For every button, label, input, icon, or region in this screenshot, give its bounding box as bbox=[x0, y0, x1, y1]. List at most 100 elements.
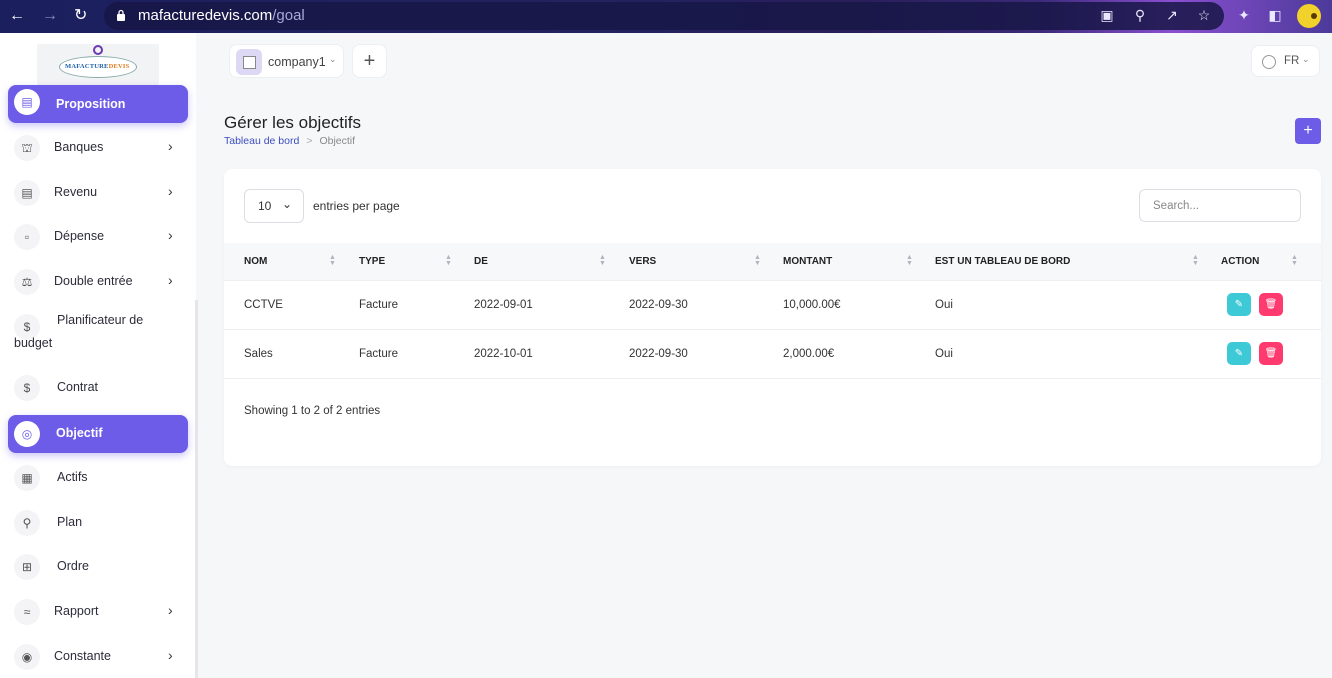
cell-vers: 2022-09-30 bbox=[629, 348, 688, 360]
chevron-right-icon: › bbox=[168, 183, 173, 199]
sidebar-item-double-entree[interactable]: ⚖ Double entrée › bbox=[8, 263, 188, 301]
sidebar-item-constante[interactable]: ◉ Constante › bbox=[8, 638, 188, 676]
sidebar-item-contrat[interactable]: $ Contrat bbox=[8, 369, 188, 407]
sidebar-item-label: Proposition bbox=[56, 97, 126, 111]
zoom-icon[interactable]: ⚲ bbox=[1131, 6, 1149, 24]
chart-line-icon: ≈ bbox=[14, 599, 40, 625]
edit-button[interactable]: ✎ bbox=[1227, 342, 1251, 365]
chevron-right-icon: › bbox=[168, 227, 173, 243]
sidebar-item-plan[interactable]: ⚲ Plan bbox=[8, 504, 188, 542]
add-goal-button[interactable]: + bbox=[1295, 118, 1321, 144]
company-logo-icon bbox=[236, 49, 262, 75]
scale-icon: ⚖ bbox=[14, 269, 40, 295]
bank-icon: ⛫ bbox=[14, 135, 40, 161]
chevron-down-icon: ⌄ bbox=[1302, 54, 1310, 64]
reload-icon[interactable]: ↻ bbox=[74, 7, 87, 25]
target-icon: ◎ bbox=[14, 421, 40, 447]
cell-vers: 2022-09-30 bbox=[629, 299, 688, 311]
cell-nom: Sales bbox=[244, 348, 273, 360]
sidebar-item-objectif[interactable]: ◎ Objectif bbox=[8, 415, 188, 453]
sidebar-item-label: Rapport bbox=[54, 604, 99, 618]
share-icon[interactable]: ↗ bbox=[1163, 6, 1181, 24]
sidebar-item-label: Revenu bbox=[54, 185, 98, 199]
back-icon[interactable]: ← bbox=[9, 7, 25, 25]
extensions-icon[interactable]: ✦ bbox=[1235, 6, 1253, 24]
table-row: CCTVE Facture 2022-09-01 2022-09-30 10,0… bbox=[224, 281, 1321, 330]
sidebar-item-revenu[interactable]: ▤ Revenu › bbox=[8, 174, 188, 212]
sidebar-item-proposition[interactable]: ▤ Proposition bbox=[8, 85, 188, 123]
search-input[interactable] bbox=[1139, 189, 1301, 222]
cell-de: 2022-09-01 bbox=[474, 299, 533, 311]
entries-per-page-select[interactable]: 10 ⌄ bbox=[244, 189, 304, 223]
sidebar-item-label: Planificateur de bbox=[57, 313, 144, 327]
clipboard-icon: ▫ bbox=[14, 224, 40, 250]
column-header-de[interactable]: DE bbox=[474, 256, 488, 267]
chevron-right-icon: › bbox=[168, 602, 173, 618]
add-company-button[interactable]: + bbox=[352, 44, 387, 78]
sidebar-item-label: Double entrée bbox=[54, 274, 133, 288]
sort-icon[interactable]: ▲ ▼ bbox=[906, 254, 913, 267]
sort-icon[interactable]: ▲ ▼ bbox=[1192, 254, 1199, 267]
breadcrumb-home-link[interactable]: Tableau de bord bbox=[224, 135, 299, 147]
delete-button[interactable]: 🗑 bbox=[1259, 293, 1283, 316]
breadcrumb-separator-icon: > bbox=[306, 135, 313, 147]
profile-avatar[interactable] bbox=[1297, 4, 1321, 28]
brand-logo[interactable]: MAFACTUREDEVIS bbox=[37, 44, 159, 85]
sidebar-item-actifs[interactable]: ▦ Actifs bbox=[8, 459, 188, 497]
cell-nom: CCTVE bbox=[244, 299, 283, 311]
table-row: Sales Facture 2022-10-01 2022-09-30 2,00… bbox=[224, 330, 1321, 379]
sidebar-item-label: Plan bbox=[57, 515, 83, 529]
cell-type: Facture bbox=[359, 348, 398, 360]
sidebar-item-label: Actifs bbox=[57, 470, 88, 484]
chevron-right-icon: › bbox=[168, 138, 173, 154]
sidebar-item-ordre[interactable]: ⊞ Ordre bbox=[8, 548, 188, 586]
sidebar-item-label: Constante bbox=[54, 649, 111, 663]
sidebar-item-planificateur[interactable]: $ Planificateur de budget bbox=[8, 308, 188, 356]
sort-icon[interactable]: ▲ ▼ bbox=[445, 254, 452, 267]
sidepanel-icon[interactable]: ◧ bbox=[1266, 6, 1284, 24]
column-header-vers[interactable]: VERS bbox=[629, 256, 656, 267]
cell-type: Facture bbox=[359, 299, 398, 311]
edit-icon: ✎ bbox=[1234, 299, 1244, 310]
company-selector[interactable]: company1 ⌄ bbox=[229, 44, 344, 78]
column-header-nom[interactable]: NOM bbox=[244, 256, 267, 267]
cell-de: 2022-10-01 bbox=[474, 348, 533, 360]
sidebar-scrollbar[interactable] bbox=[195, 300, 198, 678]
sort-icon[interactable]: ▲ ▼ bbox=[1291, 254, 1298, 267]
edit-button[interactable]: ✎ bbox=[1227, 293, 1251, 316]
sidebar-item-label: Banques bbox=[54, 140, 104, 154]
column-header-montant[interactable]: MONTANT bbox=[783, 256, 832, 267]
goals-card: 10 ⌄ entries per page NOM ▲▼ TYPE ▲▼ DE … bbox=[224, 169, 1321, 466]
calculator-icon: ▦ bbox=[14, 465, 40, 491]
breadcrumb-current: Objectif bbox=[319, 135, 356, 147]
logo-ring-icon bbox=[93, 45, 103, 55]
sort-icon[interactable]: ▲ ▼ bbox=[329, 254, 336, 267]
document-icon: ▤ bbox=[14, 89, 40, 115]
address-bar[interactable]: mafacturedevis.com/goal bbox=[104, 2, 1224, 30]
column-header-dashboard[interactable]: EST UN TABLEAU DE BORD bbox=[935, 256, 1070, 267]
edit-icon: ✎ bbox=[1234, 348, 1244, 359]
table-info: Showing 1 to 2 of 2 entries bbox=[244, 405, 381, 417]
delete-button[interactable]: 🗑 bbox=[1259, 342, 1283, 365]
sidebar-item-rapport[interactable]: ≈ Rapport › bbox=[8, 593, 188, 631]
trash-icon: 🗑 bbox=[1264, 299, 1278, 310]
trophy-icon: ⚲ bbox=[14, 510, 40, 536]
breadcrumb: Tableau de bord > Objectif bbox=[224, 135, 355, 147]
sort-icon[interactable]: ▲ ▼ bbox=[599, 254, 606, 267]
column-header-type[interactable]: TYPE bbox=[359, 256, 385, 267]
table-header: NOM ▲ ▼ TYPE ▲ ▼ DE ▲ ▼ VERS ▲ ▼ MONTANT ▲ ▼ … bbox=[224, 243, 1321, 281]
chevron-right-icon: › bbox=[168, 647, 173, 663]
sidebar: MAFACTUREDEVIS ▤ Proposition ⛫ Banques ›… bbox=[0, 33, 196, 678]
sidebar-item-banques[interactable]: ⛫ Banques › bbox=[8, 129, 188, 167]
language-selector[interactable]: FR ⌄ bbox=[1251, 45, 1320, 77]
forward-icon[interactable]: → bbox=[42, 7, 58, 25]
url-text: mafacturedevis.com/goal bbox=[138, 7, 305, 24]
sidebar-item-depense[interactable]: ▫ Dépense › bbox=[8, 218, 188, 256]
sidebar-item-label: Objectif bbox=[56, 426, 103, 440]
chevron-down-icon: ⌄ bbox=[329, 54, 337, 64]
sort-icon[interactable]: ▲ ▼ bbox=[754, 254, 761, 267]
translate-icon[interactable]: ▣ bbox=[1098, 6, 1116, 24]
column-header-action[interactable]: ACTION bbox=[1221, 256, 1259, 267]
invoice-icon: ▤ bbox=[14, 180, 40, 206]
bookmark-star-icon[interactable]: ☆ bbox=[1195, 6, 1213, 24]
